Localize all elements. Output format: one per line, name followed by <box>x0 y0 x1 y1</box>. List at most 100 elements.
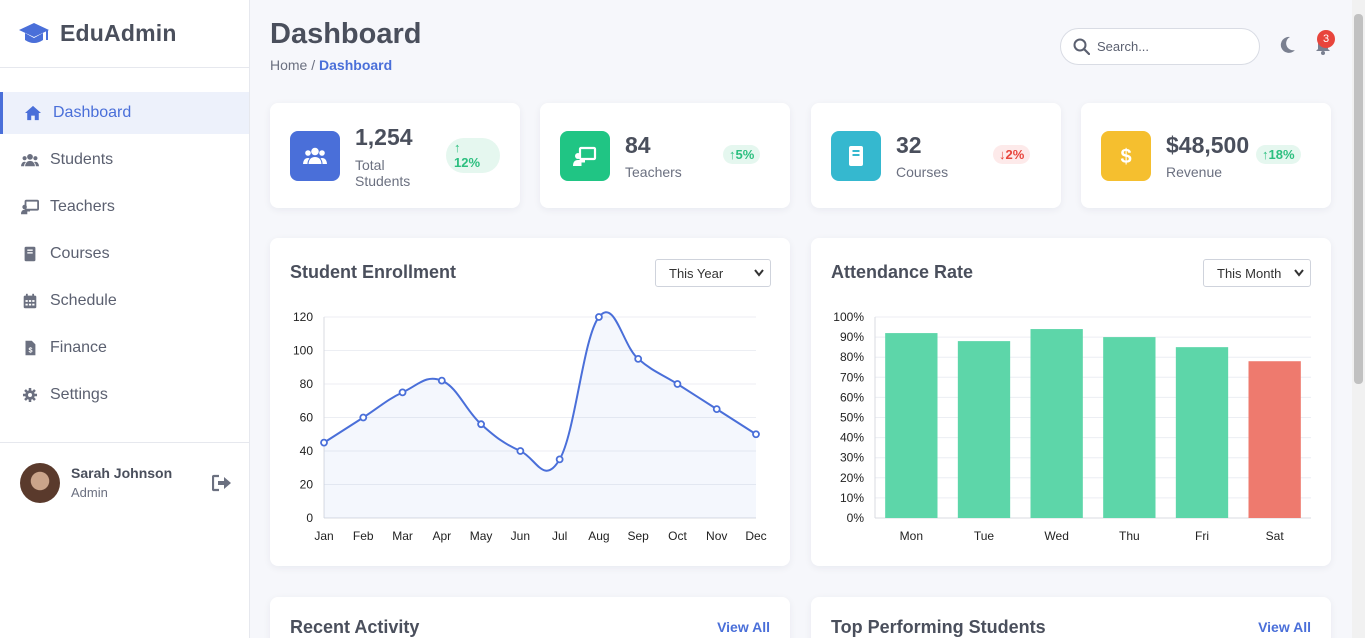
stat-value: 32 <box>896 132 922 158</box>
sidebar-item-dashboard[interactable]: Dashboard <box>0 92 249 134</box>
y-tick-label: 80 <box>300 377 314 391</box>
stat-value: 1,254 <box>355 124 413 150</box>
recent-activity-card: Recent Activity View All <box>270 597 790 638</box>
users-icon <box>21 153 39 167</box>
y-tick-label: 90% <box>840 330 864 344</box>
search-input[interactable] <box>1097 39 1247 54</box>
stat-icon: $ <box>1101 131 1151 181</box>
y-tick-label: 40% <box>840 431 864 445</box>
bar <box>885 333 938 518</box>
sidebar-item-teachers[interactable]: Teachers <box>0 186 249 228</box>
attendance-bar-chart: 0% 10% 20% 30% 40% 50% 60% 70% 80% 90% 100% Mon Tue W… <box>833 310 1311 543</box>
teacher-icon <box>573 146 597 166</box>
y-tick-label: 0 <box>306 511 313 525</box>
page-title: Dashboard <box>270 18 422 50</box>
svg-text:$: $ <box>1120 146 1131 168</box>
svg-text:$: $ <box>28 346 32 355</box>
stat-value: $48,500 <box>1166 132 1250 158</box>
sidebar-item-label: Settings <box>50 386 108 403</box>
sidebar-nav: Dashboard Students Teachers Courses Sche… <box>0 92 249 416</box>
x-tick-label: Jun <box>511 529 530 543</box>
users-icon <box>303 147 327 164</box>
search-icon <box>1073 38 1090 55</box>
x-tick-label: Nov <box>706 529 727 543</box>
breadcrumb-current: Dashboard <box>319 57 393 73</box>
scrollbar-thumb[interactable] <box>1354 14 1363 384</box>
x-tick-label: Sep <box>628 529 650 543</box>
x-tick-label: May <box>470 529 493 543</box>
x-tick-label: Jan <box>314 529 333 543</box>
sidebar-item-label: Dashboard <box>53 104 132 121</box>
x-tick-label: Jul <box>552 529 567 543</box>
y-tick-label: 20 <box>300 478 314 492</box>
dollar-icon: $ <box>1120 146 1131 168</box>
sidebar-item-finance[interactable]: $ Finance <box>0 327 249 369</box>
gear-icon <box>22 387 38 403</box>
breadcrumb-separator: / <box>307 57 320 73</box>
section-title: Top Performing Students <box>831 617 1046 637</box>
x-tick-label: Mon <box>900 529 923 543</box>
sidebar: EduAdmin Dashboard Students Teachers Cou… <box>0 0 250 638</box>
book-icon <box>849 146 863 166</box>
y-tick-label: 20% <box>840 471 864 485</box>
stat-card-teachers[interactable]: 84 Teachers ↑5% <box>540 103 790 208</box>
breadcrumb-home[interactable]: Home <box>270 57 307 73</box>
stat-card-revenue[interactable]: $ $48,500 Revenue ↑18% <box>1081 103 1331 208</box>
data-point <box>752 430 760 439</box>
trend-badge: ↑ 12% <box>446 138 500 173</box>
stat-card-courses[interactable]: 32 Courses ↓2% <box>811 103 1061 208</box>
data-point <box>437 376 446 385</box>
trend-badge: ↓2% <box>993 145 1031 164</box>
data-point <box>359 413 368 422</box>
moon-icon[interactable] <box>1277 35 1297 55</box>
x-tick-label: Mar <box>392 529 413 543</box>
y-tick-label: 120 <box>293 310 313 324</box>
data-point <box>477 420 485 429</box>
x-tick-label: Fri <box>1195 529 1209 543</box>
bar <box>1030 329 1083 518</box>
data-point <box>634 354 643 363</box>
sidebar-item-courses[interactable]: Courses <box>0 233 249 275</box>
view-all-link[interactable]: View All <box>717 619 770 635</box>
data-point <box>320 438 328 447</box>
attendance-card: Attendance Rate This Month 0% 10% 20% 30% 40… <box>811 238 1331 566</box>
sidebar-item-settings[interactable]: Settings <box>0 374 249 416</box>
data-point <box>555 455 564 464</box>
sidebar-item-label: Finance <box>50 339 107 356</box>
bar <box>1175 347 1229 518</box>
sidebar-item-students[interactable]: Students <box>0 139 249 181</box>
stat-label: Teachers <box>625 164 682 180</box>
sidebar-item-label: Schedule <box>50 292 117 309</box>
stat-label: Courses <box>896 164 949 180</box>
x-tick-label: Apr <box>432 529 451 543</box>
scrollbar[interactable] <box>1352 0 1365 638</box>
data-point <box>398 388 407 397</box>
x-tick-label: Sat <box>1266 529 1285 543</box>
sidebar-item-schedule[interactable]: Schedule <box>0 280 249 322</box>
home-icon <box>25 105 41 121</box>
y-tick-label: 10% <box>840 491 864 505</box>
enrollment-card: Student Enrollment This Year 0 20 40 60 80 10… <box>270 238 790 566</box>
y-tick-label: 50% <box>840 411 864 425</box>
data-point <box>712 405 721 414</box>
x-tick-label: Wed <box>1044 529 1068 543</box>
notification-badge: 3 <box>1317 30 1335 48</box>
section-title: Recent Activity <box>290 617 420 637</box>
stat-card-students[interactable]: 1,254 Total Students ↑ 12% <box>270 103 520 208</box>
data-point <box>516 447 525 455</box>
y-tick-label: 100% <box>833 310 864 324</box>
data-point <box>595 313 603 321</box>
sidebar-item-label: Teachers <box>50 198 115 215</box>
user-role: Admin <box>71 485 108 500</box>
brand[interactable]: EduAdmin <box>0 0 249 68</box>
y-tick-label: 40 <box>300 444 314 458</box>
data-point <box>673 380 682 388</box>
logout-icon[interactable] <box>212 474 232 492</box>
search-box[interactable] <box>1060 28 1260 65</box>
view-all-link[interactable]: View All <box>1258 619 1311 635</box>
brand-name: EduAdmin <box>60 20 177 46</box>
x-tick-label: Tue <box>974 529 995 543</box>
arrow-up-icon: ↑ <box>454 140 461 155</box>
invoice-icon: $ <box>25 340 36 356</box>
user-profile[interactable]: Sarah Johnson Admin <box>0 442 249 522</box>
